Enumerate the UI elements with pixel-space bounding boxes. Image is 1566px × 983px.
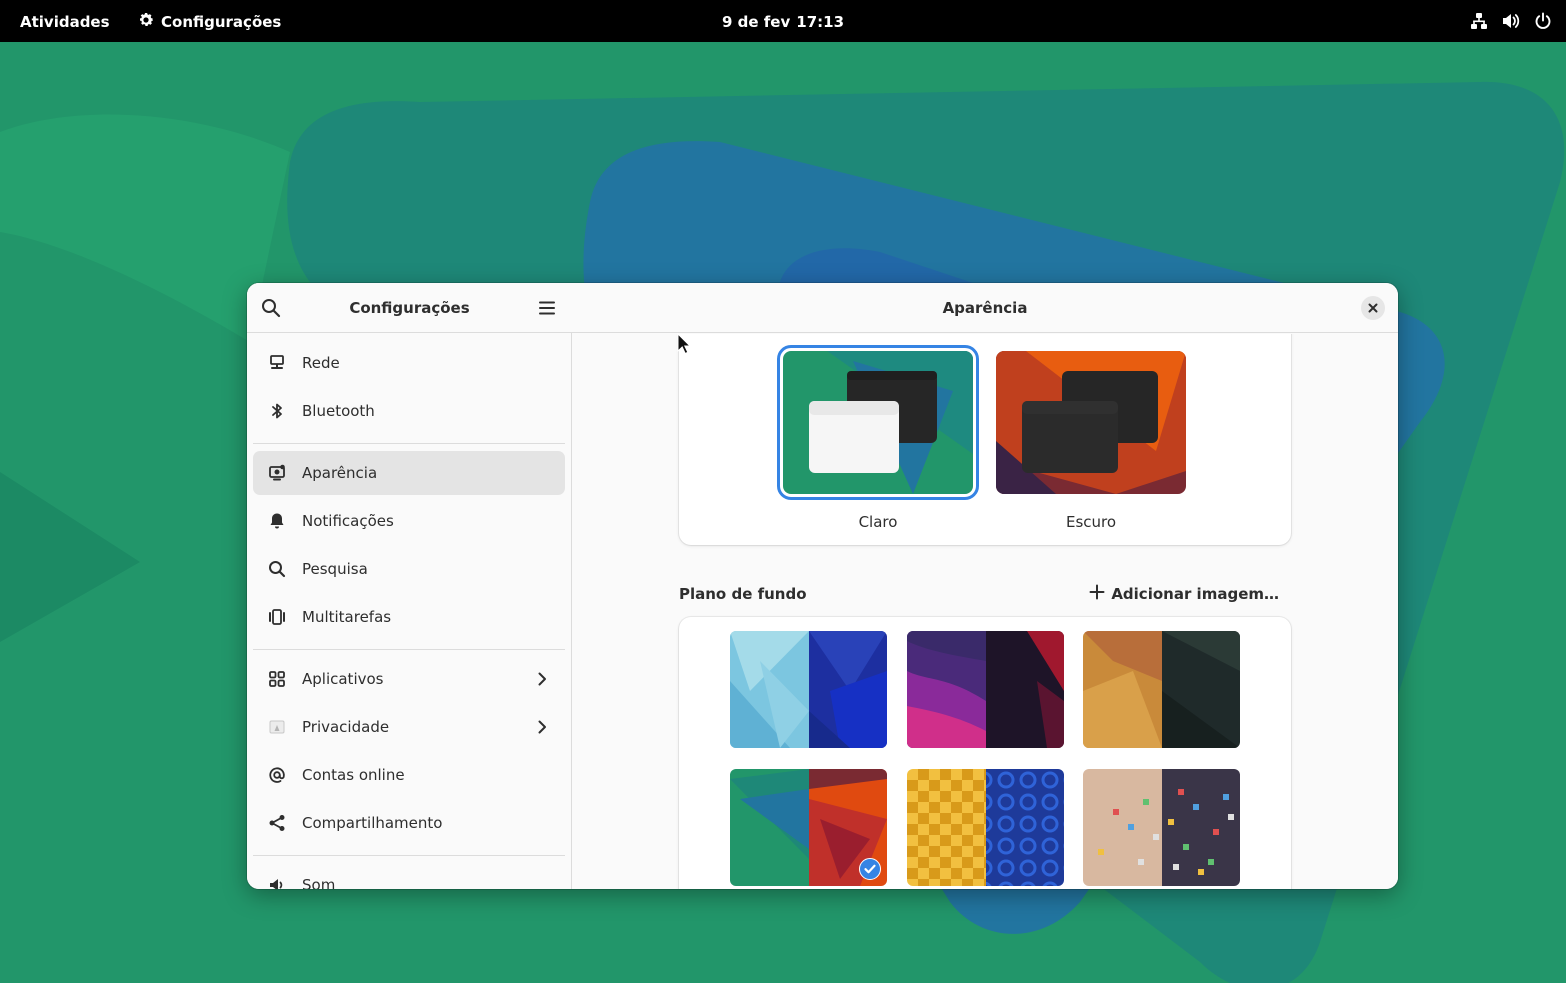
sidebar-item-privacidade[interactable]: Privacidade — [253, 705, 565, 749]
style-dark-thumbnail — [996, 351, 1186, 494]
sidebar-item-notificacoes[interactable]: Notificações — [253, 499, 565, 543]
style-light-label: Claro — [858, 513, 898, 531]
sidebar-title: Configurações — [349, 299, 470, 317]
chevron-right-icon — [533, 718, 551, 736]
network-wired-icon — [266, 352, 288, 374]
sidebar-item-label: Pesquisa — [302, 560, 368, 578]
content-header: Aparência — [572, 283, 1398, 333]
wallpaper-thumbnail[interactable] — [907, 769, 1064, 886]
sidebar-item-aplicativos[interactable]: Aplicativos — [253, 657, 565, 701]
privacy-icon — [266, 716, 288, 738]
checkmark-icon — [859, 858, 881, 880]
sidebar-header: Configurações — [247, 283, 572, 333]
share-icon — [266, 812, 288, 834]
close-button[interactable] — [1361, 296, 1385, 320]
power-icon — [1534, 12, 1552, 34]
top-bar: Atividades Configurações 9 de fev 17:13 — [0, 0, 1566, 42]
at-sign-icon — [266, 764, 288, 786]
apps-grid-icon — [266, 668, 288, 690]
system-status-area[interactable] — [1470, 12, 1552, 34]
background-section-title: Plano de fundo — [679, 585, 807, 603]
sidebar-separator — [253, 649, 565, 650]
wallpaper-thumbnail[interactable] — [730, 631, 887, 748]
wallpaper-thumbnail[interactable] — [907, 631, 1064, 748]
search-icon — [266, 558, 288, 580]
settings-window: Configurações Rede Bluetooth Aparência N… — [247, 283, 1398, 889]
sidebar: Configurações Rede Bluetooth Aparência N… — [247, 283, 572, 889]
time-label: 17:13 — [796, 13, 845, 31]
sidebar-item-label: Notificações — [302, 512, 394, 530]
multitasking-icon — [266, 606, 288, 628]
bell-icon — [266, 510, 288, 532]
sidebar-separator — [253, 443, 565, 444]
wallpaper-thumbnail[interactable] — [1083, 769, 1240, 886]
wallpaper-grid-card — [679, 617, 1291, 889]
volume-icon — [1501, 12, 1521, 34]
sidebar-item-label: Som — [302, 876, 336, 889]
background-section-header: Plano de fundo Adicionar imagem… — [679, 581, 1279, 605]
style-light-thumbnail — [777, 345, 979, 500]
sidebar-item-label: Privacidade — [302, 718, 390, 736]
sidebar-item-som[interactable]: Som — [253, 863, 565, 889]
bluetooth-icon — [266, 400, 288, 422]
sidebar-item-pesquisa[interactable]: Pesquisa — [253, 547, 565, 591]
sound-icon — [266, 874, 288, 889]
plus-icon — [1089, 584, 1105, 604]
content-area: Claro Escuro Plano de fundo Adicionar im… — [572, 334, 1398, 889]
style-option-dark[interactable]: Escuro — [996, 351, 1186, 531]
chevron-right-icon — [533, 670, 551, 688]
sidebar-item-label: Aparência — [302, 464, 378, 482]
add-image-label: Adicionar imagem… — [1111, 585, 1279, 603]
add-image-button[interactable]: Adicionar imagem… — [1089, 584, 1279, 604]
sidebar-item-compartilhamento[interactable]: Compartilhamento — [253, 801, 565, 845]
wallpaper-thumbnail[interactable] — [1083, 631, 1240, 748]
sidebar-separator — [253, 855, 565, 856]
page-title: Aparência — [942, 299, 1028, 317]
clock[interactable]: 9 de fev 17:13 — [0, 13, 1566, 31]
hamburger-menu-icon[interactable] — [537, 298, 557, 318]
sidebar-item-rede[interactable]: Rede — [253, 341, 565, 385]
style-card: Claro Escuro — [679, 334, 1291, 545]
sidebar-item-label: Compartilhamento — [302, 814, 443, 832]
sidebar-item-label: Bluetooth — [302, 402, 375, 420]
sidebar-item-aparencia[interactable]: Aparência — [253, 451, 565, 495]
appearance-icon — [266, 462, 288, 484]
style-dark-label: Escuro — [1065, 513, 1117, 531]
sidebar-item-label: Multitarefas — [302, 608, 392, 626]
network-icon — [1470, 12, 1488, 34]
wallpaper-thumbnail-selected[interactable] — [730, 769, 887, 886]
sidebar-item-label: Contas online — [302, 766, 405, 784]
sidebar-item-multitarefas[interactable]: Multitarefas — [253, 595, 565, 639]
close-icon — [1367, 299, 1379, 318]
sidebar-item-label: Rede — [302, 354, 340, 372]
style-option-light[interactable]: Claro — [777, 345, 979, 531]
sidebar-item-bluetooth[interactable]: Bluetooth — [253, 389, 565, 433]
sidebar-item-contas-online[interactable]: Contas online — [253, 753, 565, 797]
date-label: 9 de fev — [721, 13, 791, 31]
sidebar-item-label: Aplicativos — [302, 670, 384, 688]
mouse-cursor — [677, 332, 692, 355]
